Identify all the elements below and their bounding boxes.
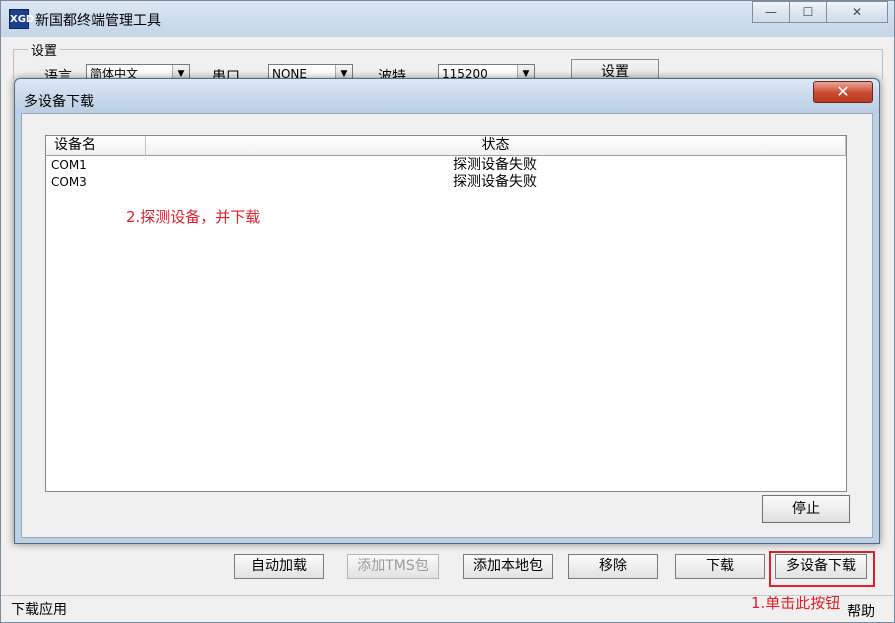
dialog-body: 设备名 状态 COM1 探测设备失败 COM3 探测设备失败 2.探测设备，并下…	[21, 113, 873, 538]
close-icon: ✕	[851, 5, 863, 19]
column-header-device[interactable]: 设备名	[46, 136, 146, 156]
device-name: COM3	[51, 175, 87, 189]
dialog-titlebar[interactable]: 多设备下载 ✕	[15, 79, 879, 113]
device-status: 探测设备失败	[453, 174, 537, 190]
column-header-status[interactable]: 状态	[146, 136, 846, 156]
table-row[interactable]: COM1 探测设备失败	[46, 157, 846, 174]
settings-group: 设置 语言 简体中文 ▼ 串口 NONE ▼ 波特 115200 ▼	[13, 40, 883, 85]
stop-button[interactable]: 停止	[762, 495, 850, 523]
close-button[interactable]: ✕	[826, 1, 888, 23]
device-status: 探测设备失败	[453, 157, 537, 173]
dialog-close-button[interactable]: ✕	[813, 81, 873, 103]
minimize-button[interactable]: —	[752, 1, 790, 23]
maximize-icon: ☐	[802, 5, 814, 19]
maximize-button[interactable]: ☐	[789, 1, 827, 23]
add-tms-button[interactable]: 添加TMS包	[347, 554, 439, 579]
dialog-title: 多设备下载	[24, 94, 94, 110]
app-logo-icon: XGD	[9, 9, 34, 29]
window-controls: — ☐ ✕	[752, 1, 888, 23]
list-header: 设备名 状态	[46, 136, 846, 156]
main-titlebar[interactable]: XGD 新国都终端管理工具 — ☐ ✕	[1, 1, 894, 37]
status-text: 下载应用	[11, 602, 67, 618]
app-title: 新国都终端管理工具	[35, 13, 161, 29]
minimize-icon: —	[765, 5, 777, 19]
help-link[interactable]: 帮助	[847, 601, 875, 621]
multi-download-dialog: 多设备下载 ✕ 设备名 状态 COM1 探测设备失败 COM3 探测设备失败 2…	[14, 78, 880, 544]
settings-legend: 设置	[28, 40, 61, 59]
device-name: COM1	[51, 158, 87, 172]
add-local-package-button[interactable]: 添加本地包	[463, 554, 553, 579]
annotation-detect-download: 2.探测设备，并下载	[126, 208, 261, 226]
device-list[interactable]: 设备名 状态 COM1 探测设备失败 COM3 探测设备失败 2.探测设备，并下…	[45, 135, 847, 492]
table-row[interactable]: COM3 探测设备失败	[46, 174, 846, 191]
highlight-box	[769, 551, 875, 587]
statusbar: 下载应用 帮助	[1, 595, 894, 622]
auto-load-button[interactable]: 自动加载	[234, 554, 324, 579]
remove-button[interactable]: 移除	[568, 554, 658, 579]
download-button[interactable]: 下载	[675, 554, 765, 579]
close-icon: ✕	[836, 82, 850, 101]
